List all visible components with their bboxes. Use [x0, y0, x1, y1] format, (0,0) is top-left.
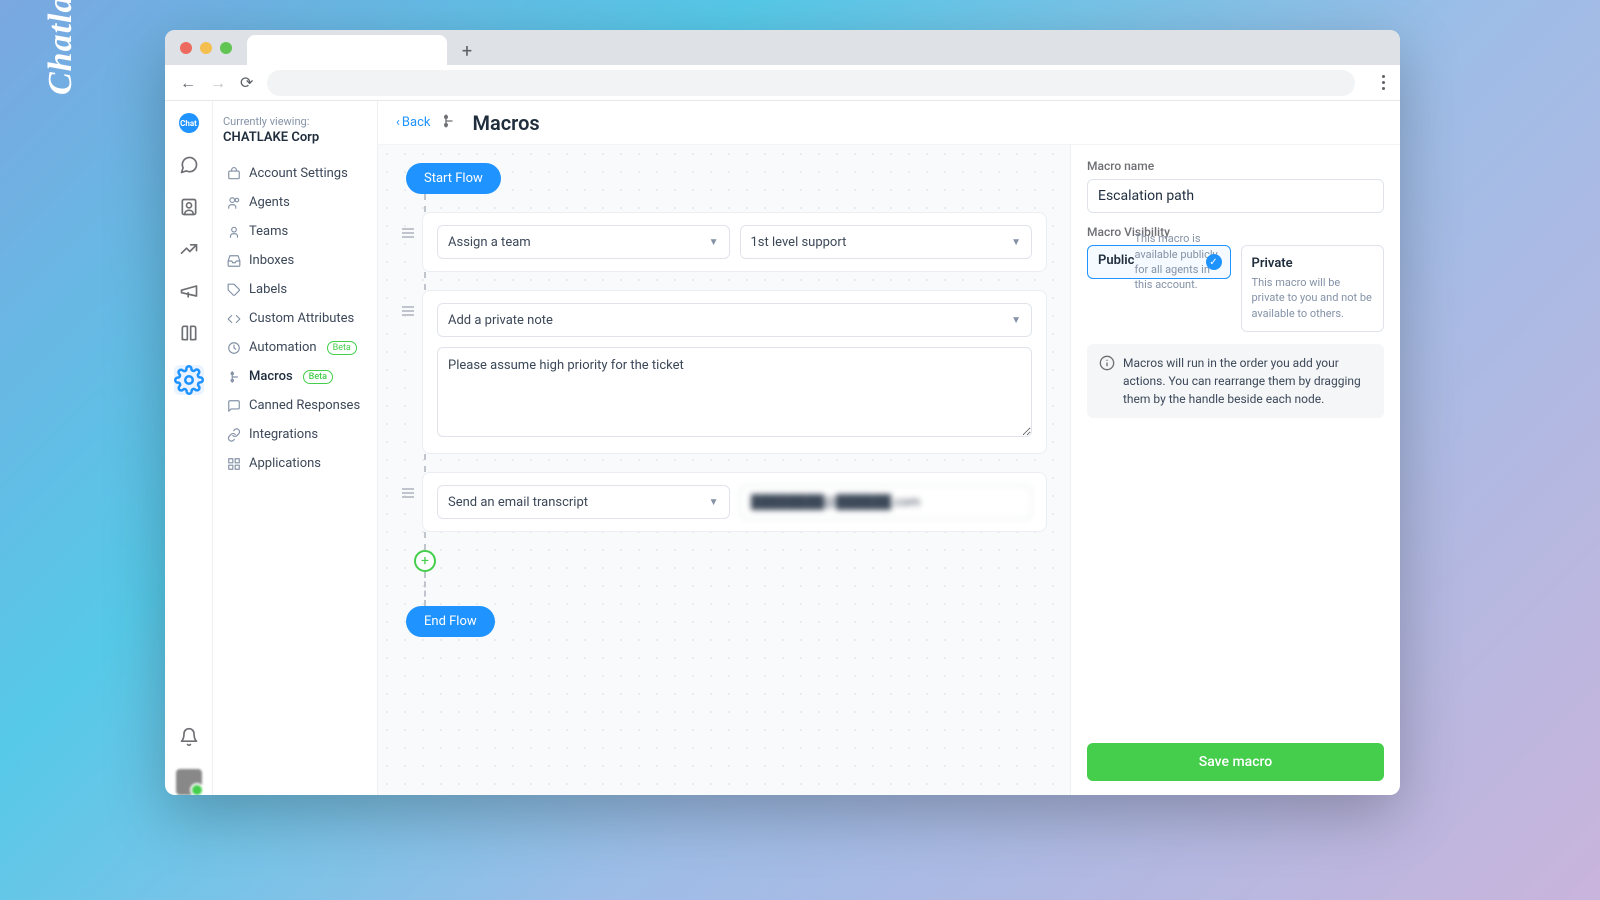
notifications-icon[interactable]: [179, 727, 199, 747]
drag-handle-icon[interactable]: [402, 306, 414, 316]
check-icon: ✓: [1206, 254, 1222, 270]
traffic-lights: [180, 30, 232, 65]
flow-canvas: Start Flow Assign a team▼ 1st level supp…: [378, 145, 1070, 795]
settings-icon[interactable]: [174, 365, 204, 395]
browser-tab[interactable]: [247, 35, 447, 65]
caret-down-icon: ▼: [709, 237, 719, 248]
campaigns-icon[interactable]: [179, 281, 199, 301]
browser-menu-icon[interactable]: [1381, 75, 1385, 90]
app-root: Chat Currently viewing: CHATLAKE Corp Ac…: [165, 101, 1400, 795]
viewing-label: Currently viewing:: [223, 115, 367, 128]
browser-tabbar: +: [165, 30, 1400, 65]
visibility-label: Macro Visibility: [1087, 225, 1384, 239]
team-select[interactable]: 1st level support▼: [740, 225, 1033, 259]
macro-icon: [440, 113, 456, 133]
breadcrumb: ‹Back Macros: [378, 101, 1400, 145]
chevron-left-icon: ‹: [396, 115, 400, 130]
beta-badge: Beta: [303, 370, 333, 384]
caret-down-icon: ▼: [709, 497, 719, 508]
url-bar[interactable]: [267, 70, 1355, 96]
reports-icon[interactable]: [179, 239, 199, 259]
avatar[interactable]: [176, 769, 202, 795]
sidebar-item-agents[interactable]: Agents: [223, 188, 367, 217]
note-textarea[interactable]: [437, 347, 1032, 437]
sidebar-item-custom-attributes[interactable]: Custom Attributes: [223, 304, 367, 333]
drag-handle-icon[interactable]: [402, 228, 414, 238]
node-card: Assign a team▼ 1st level support▼: [422, 212, 1047, 272]
nav-back-icon[interactable]: ←: [180, 73, 196, 93]
back-button[interactable]: ‹Back: [396, 115, 430, 130]
page-title: Macros: [472, 111, 539, 135]
node-card: Add a private note▼: [422, 290, 1047, 454]
sidebar-item-integrations[interactable]: Integrations: [223, 420, 367, 449]
start-flow-pill: Start Flow: [406, 163, 501, 194]
helpcenter-icon[interactable]: [179, 323, 199, 343]
traffic-max[interactable]: [220, 42, 232, 54]
macro-name-input[interactable]: [1087, 179, 1384, 213]
nav-reload-icon[interactable]: ⟳: [240, 73, 253, 92]
info-banner: Macros will run in the order you add you…: [1087, 344, 1384, 418]
logo-icon[interactable]: Chat: [179, 113, 199, 133]
icon-rail: Chat: [165, 101, 213, 795]
traffic-close[interactable]: [180, 42, 192, 54]
traffic-min[interactable]: [200, 42, 212, 54]
sidebar-item-account[interactable]: Account Settings: [223, 159, 367, 188]
new-tab-button[interactable]: +: [453, 37, 481, 65]
flow-node: Add a private note▼: [402, 290, 1052, 454]
flow-node: Assign a team▼ 1st level support▼: [402, 212, 1052, 272]
email-input[interactable]: [740, 485, 1033, 519]
beta-badge: Beta: [327, 341, 357, 355]
sidebar-item-automation[interactable]: AutomationBeta: [223, 333, 367, 362]
flow-node: Send an email transcript▼: [402, 472, 1052, 532]
sidebar-item-applications[interactable]: Applications: [223, 449, 367, 478]
action-select[interactable]: Add a private note▼: [437, 303, 1032, 337]
main-content: ‹Back Macros Start Flow Assign a team▼: [378, 101, 1400, 795]
sidebar-item-teams[interactable]: Teams: [223, 217, 367, 246]
properties-panel: Macro name Macro Visibility ✓ PublicThis…: [1070, 145, 1400, 795]
info-icon: [1099, 355, 1115, 371]
settings-sidebar: Currently viewing: CHATLAKE Corp Account…: [213, 101, 378, 795]
org-name: CHATLAKE Corp: [223, 130, 367, 145]
sidebar-item-canned[interactable]: Canned Responses: [223, 391, 367, 420]
visibility-private[interactable]: PrivateThis macro will be private to you…: [1241, 245, 1385, 332]
conversations-icon[interactable]: [179, 155, 199, 175]
contacts-icon[interactable]: [179, 197, 199, 217]
browser-navbar: ← → ⟳: [165, 65, 1400, 101]
caret-down-icon: ▼: [1011, 237, 1021, 248]
visibility-public[interactable]: ✓ PublicThis macro is available publicly…: [1087, 245, 1231, 279]
node-card: Send an email transcript▼: [422, 472, 1047, 532]
macro-name-label: Macro name: [1087, 159, 1384, 173]
drag-handle-icon[interactable]: [402, 488, 414, 498]
caret-down-icon: ▼: [1011, 315, 1021, 326]
browser-window: + ← → ⟳ Chat Currently viewing: CHATLAKE…: [165, 30, 1400, 795]
brand-watermark: Chatlake: [42, 0, 80, 95]
editor-body: Start Flow Assign a team▼ 1st level supp…: [378, 145, 1400, 795]
add-node-button[interactable]: +: [414, 550, 436, 572]
sidebar-item-labels[interactable]: Labels: [223, 275, 367, 304]
action-select[interactable]: Send an email transcript▼: [437, 485, 730, 519]
save-macro-button[interactable]: Save macro: [1087, 743, 1384, 781]
sidebar-item-macros[interactable]: MacrosBeta: [223, 362, 367, 391]
action-select[interactable]: Assign a team▼: [437, 225, 730, 259]
sidebar-item-inboxes[interactable]: Inboxes: [223, 246, 367, 275]
nav-fwd-icon[interactable]: →: [210, 73, 226, 93]
end-flow-pill: End Flow: [406, 606, 495, 637]
